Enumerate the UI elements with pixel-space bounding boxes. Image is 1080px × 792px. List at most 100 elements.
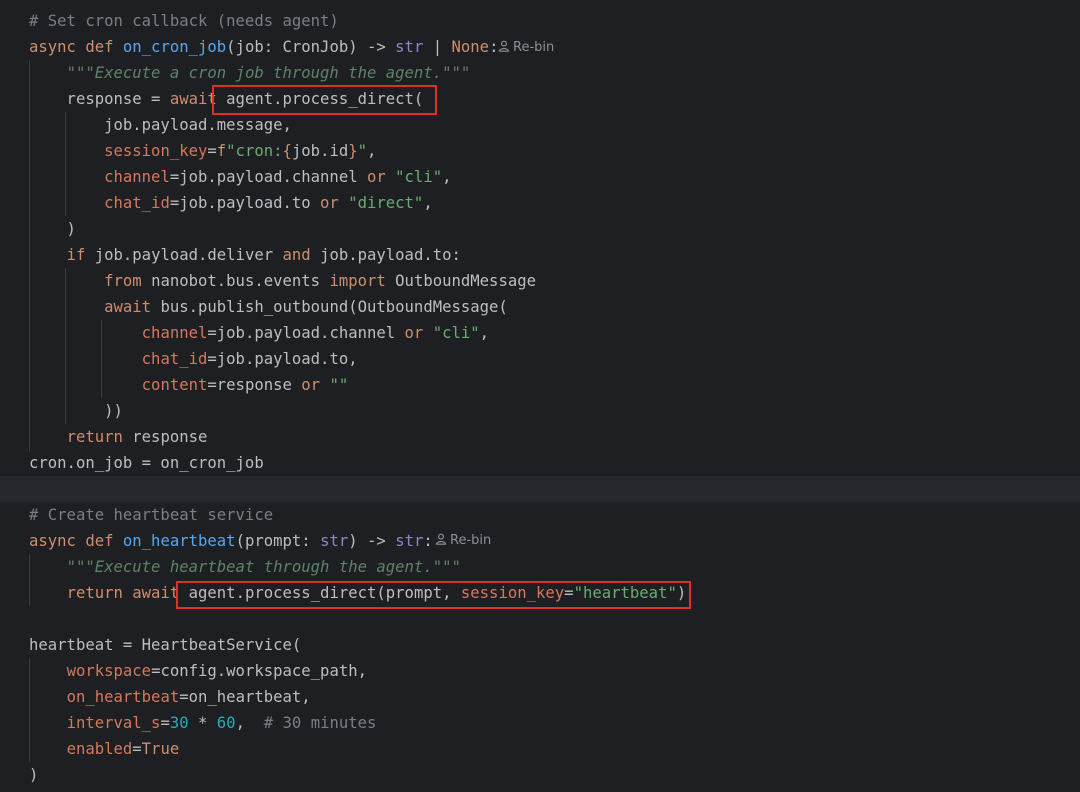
code-line[interactable]: async def on_heartbeat(prompt: str) -> s… [0, 528, 1080, 554]
code-token: "direct" [348, 194, 424, 212]
code-line[interactable]: from nanobot.bus.events import OutboundM… [0, 268, 1080, 294]
code-editor[interactable]: # Set cron callback (needs agent) async d… [0, 0, 1080, 792]
code-line[interactable]: return await agent.process_direct(prompt… [0, 580, 1080, 606]
code-token: =job.payload.channel [207, 324, 405, 342]
code-token: "heartbeat" [573, 584, 677, 602]
code-token: and [282, 246, 321, 264]
rebin-inlay-hint-1[interactable]: Re-bin [498, 35, 554, 61]
code-token: 30 [169, 714, 189, 732]
code-line[interactable] [0, 606, 1080, 632]
code-text: enabled=True [29, 736, 180, 762]
code-line[interactable]: # Set cron callback (needs agent) [0, 8, 1080, 34]
code-token: """Execute a cron job through the agent.… [66, 64, 471, 82]
code-text: await bus.publish_outbound(OutboundMessa… [29, 294, 508, 320]
code-token: { [282, 142, 292, 160]
code-text: interval_s=30 * 60, # 30 minutes [29, 710, 377, 736]
code-text: heartbeat = HeartbeatService( [29, 632, 301, 658]
person-icon [498, 40, 510, 52]
code-line[interactable]: await bus.publish_outbound(OutboundMessa… [0, 294, 1080, 320]
code-token: chat_id [104, 194, 170, 212]
code-token: import [329, 272, 396, 290]
code-text: from nanobot.bus.events import OutboundM… [29, 268, 536, 294]
code-token: (prompt: [235, 532, 321, 550]
code-line[interactable]: chat_id=job.payload.to, [0, 346, 1080, 372]
code-token: ) [29, 766, 39, 784]
code-token: job.id [291, 142, 349, 160]
code-token: = [207, 142, 217, 160]
code-line[interactable]: workspace=config.workspace_path, [0, 658, 1080, 684]
code-token: " [357, 142, 368, 160]
code-token: return [66, 428, 133, 446]
code-text: ) [29, 216, 76, 242]
code-token: job.payload.to: [320, 246, 461, 264]
code-text: session_key=f"cron:{job.id}", [29, 138, 376, 164]
code-line[interactable]: # Create heartbeat service [0, 502, 1080, 528]
code-token: # Set cron callback (needs agent) [29, 12, 339, 30]
code-token: = [160, 714, 170, 732]
code-text: workspace=config.workspace_path, [29, 658, 367, 684]
code-line[interactable]: )) [0, 398, 1080, 424]
code-token: # Create heartbeat service [29, 506, 274, 524]
code-line[interactable]: channel=job.payload.channel or "cli", [0, 164, 1080, 190]
code-line[interactable]: content=response or "" [0, 372, 1080, 398]
code-token: or [366, 168, 396, 186]
code-token: async def [29, 532, 123, 550]
code-text: async def on_cron_job(job: CronJob) -> s… [29, 34, 498, 60]
code-line[interactable]: channel=job.payload.channel or "cli", [0, 320, 1080, 346]
code-token: =job.payload.to, [207, 350, 358, 368]
code-token: True [141, 740, 180, 758]
code-line[interactable]: """Execute heartbeat through the agent."… [0, 554, 1080, 580]
code-line[interactable]: ) [0, 216, 1080, 242]
code-line[interactable]: if job.payload.deliver and job.payload.t… [0, 242, 1080, 268]
code-line[interactable] [0, 476, 1080, 502]
code-text: chat_id=job.payload.to, [29, 346, 358, 372]
code-token: on_cron_job [122, 38, 227, 56]
code-line[interactable]: heartbeat = HeartbeatService( [0, 632, 1080, 658]
code-token: ) [676, 584, 687, 602]
rebin-inlay-hint-2[interactable]: Re-bin [435, 528, 491, 554]
code-token: = [564, 584, 574, 602]
code-line[interactable]: response = await agent.process_direct( [0, 86, 1080, 112]
code-token: or [301, 376, 330, 394]
code-token: response [132, 428, 208, 446]
code-token: (job: CronJob) -> [226, 38, 396, 56]
code-token: , [442, 168, 452, 186]
code-token: "" [329, 376, 349, 394]
code-line[interactable]: chat_id=job.payload.to or "direct", [0, 190, 1080, 216]
code-line[interactable]: job.payload.message, [0, 112, 1080, 138]
code-line[interactable]: """Execute a cron job through the agent.… [0, 60, 1080, 86]
code-line[interactable]: return response [0, 424, 1080, 450]
code-text: """Execute heartbeat through the agent."… [29, 554, 461, 580]
code-token: , [367, 142, 377, 160]
code-line[interactable]: ) [0, 762, 1080, 788]
code-token: =config.workspace_path, [151, 662, 367, 680]
code-token: await [169, 90, 227, 108]
code-token: if [66, 246, 95, 264]
code-token: response = [29, 90, 170, 108]
code-token: session_key [104, 142, 208, 160]
code-line[interactable]: enabled=True [0, 736, 1080, 762]
code-token: enabled [66, 740, 133, 758]
code-line[interactable]: interval_s=30 * 60, # 30 minutes [0, 710, 1080, 736]
code-token: # 30 minutes [263, 714, 377, 732]
code-line[interactable]: session_key=f"cron:{job.id}", [0, 138, 1080, 164]
rebin-label: Re-bin [513, 40, 555, 55]
code-token: heartbeat = HeartbeatService( [29, 636, 302, 654]
code-token: , [235, 714, 264, 732]
code-token: ) [29, 220, 76, 238]
code-token: job.payload.message, [29, 116, 292, 134]
code-line[interactable]: cron.on_job = on_cron_job [0, 450, 1080, 476]
code-line[interactable]: on_heartbeat=on_heartbeat, [0, 684, 1080, 710]
code-token: "cli" [432, 324, 480, 342]
code-token: ) -> [348, 532, 396, 550]
code-token: "cron: [226, 142, 283, 160]
code-token: session_key [460, 584, 565, 602]
